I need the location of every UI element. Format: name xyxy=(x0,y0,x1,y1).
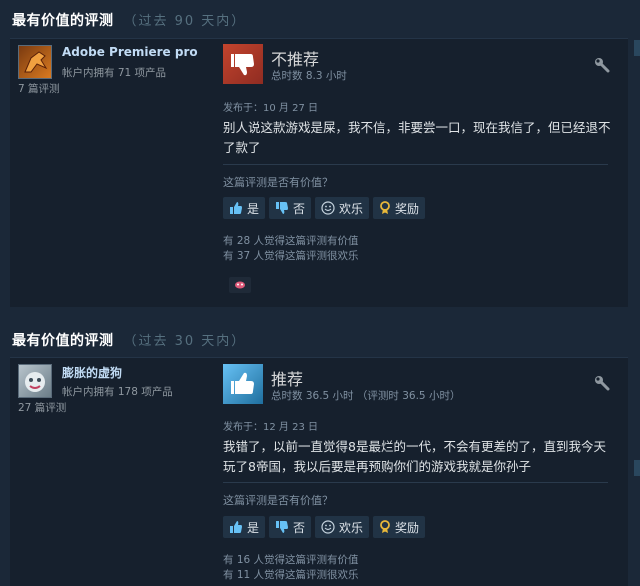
vote-yes-label: 是 xyxy=(247,201,260,216)
playtime: 总时数 36.5 小时 （评测时 36.5 小时） xyxy=(271,390,461,402)
award-medal-icon xyxy=(380,520,390,533)
award-medal-icon xyxy=(380,201,390,214)
review-body: 我错了，以前一直觉得8是最烂的一代，不会有更差的了，直到我今天玩了8帝国，我以后… xyxy=(223,439,606,474)
author-products-owned[interactable]: 帐户内拥有 178 项产品 xyxy=(62,384,173,399)
avatar[interactable] xyxy=(18,45,52,79)
vote-funny-label: 欢乐 xyxy=(339,520,364,535)
review-card: Adobe Premiere pro 帐户内拥有 71 项产品 7 篇评测 不推… xyxy=(10,38,628,307)
helpful-count: 有 16 人觉得这篇评测有价值 xyxy=(223,554,359,566)
avatar-dragon-icon xyxy=(24,51,48,73)
review-card: 膨胀的虚狗 帐户内拥有 178 项产品 27 篇评测 推荐 总时数 36.5 小… xyxy=(10,357,628,586)
thumbs-down-small-icon xyxy=(276,202,289,214)
helpful-question: 这篇评测是否有价值？ xyxy=(223,494,333,507)
section-period: （过去 30 天内） xyxy=(123,334,247,349)
divider xyxy=(223,164,608,165)
vote-no-label: 否 xyxy=(293,520,306,535)
section-header-30: 最有价值的评测 （过去 30 天内） xyxy=(12,330,246,352)
vote-controls: 是 否 欢乐 奖励 xyxy=(223,197,426,219)
award-label: 奖励 xyxy=(395,201,420,216)
vote-no-label: 否 xyxy=(293,201,306,216)
section-header-90: 最有价值的评测 （过去 90 天内） xyxy=(12,10,246,32)
section-title: 最有价值的评测 xyxy=(12,13,114,29)
received-award-icon[interactable] xyxy=(229,277,251,293)
award-label: 奖励 xyxy=(395,520,420,535)
vote-yes-button[interactable]: 是 xyxy=(223,197,266,219)
thumbs-down-icon xyxy=(223,44,263,84)
helpful-count: 有 28 人觉得这篇评测有价值 xyxy=(223,235,359,247)
award-button[interactable]: 奖励 xyxy=(373,516,426,538)
thumbs-down-small-icon xyxy=(276,521,289,533)
posted-date: 发布于：12 月 23 日 xyxy=(223,422,318,433)
vote-no-button[interactable]: 否 xyxy=(269,197,312,219)
vote-no-button[interactable]: 否 xyxy=(269,516,312,538)
funny-count: 有 37 人觉得这篇评测很欢乐 xyxy=(223,250,359,262)
vote-funny-button[interactable]: 欢乐 xyxy=(315,516,370,538)
vote-controls: 是 否 欢乐 奖励 xyxy=(223,516,426,538)
helpful-question: 这篇评测是否有价值？ xyxy=(223,176,333,189)
funny-count: 有 11 人觉得这篇评测很欢乐 xyxy=(223,569,359,581)
author-review-count[interactable]: 27 篇评测 xyxy=(18,400,66,415)
thumbs-up-icon xyxy=(230,521,242,533)
verdict-label: 不推荐 xyxy=(271,50,320,69)
award-button[interactable]: 奖励 xyxy=(373,197,426,219)
adjacent-panel-edge xyxy=(634,460,640,476)
adjacent-panel-edge xyxy=(634,40,640,56)
wrench-icon[interactable] xyxy=(594,375,610,391)
author-name[interactable]: 膨胀的虚狗 xyxy=(62,364,122,381)
review-body: 别人说这款游戏是屎，我不信，非要尝一口，现在我信了，但已经退不了款了 xyxy=(223,120,611,155)
smiley-icon xyxy=(321,520,335,534)
thumbs-up-icon xyxy=(230,202,242,214)
verdict-header[interactable]: 推荐 总时数 36.5 小时 （评测时 36.5 小时） xyxy=(223,364,603,404)
verdict-label: 推荐 xyxy=(271,370,304,389)
wrench-icon[interactable] xyxy=(594,57,610,73)
verdict-header[interactable]: 不推荐 总时数 8.3 小时 xyxy=(223,44,603,84)
author-review-count[interactable]: 7 篇评测 xyxy=(18,81,60,96)
smiley-icon xyxy=(321,201,335,215)
posted-date: 发布于：10 月 27 日 xyxy=(223,103,318,114)
vote-yes-label: 是 xyxy=(247,520,260,535)
author-products-owned[interactable]: 帐户内拥有 71 项产品 xyxy=(62,65,166,80)
vote-yes-button[interactable]: 是 xyxy=(223,516,266,538)
section-period: （过去 90 天内） xyxy=(123,14,247,29)
section-title: 最有价值的评测 xyxy=(12,333,114,349)
author-name[interactable]: Adobe Premiere pro xyxy=(62,45,198,59)
playtime: 总时数 8.3 小时 xyxy=(271,70,347,82)
vote-funny-label: 欢乐 xyxy=(339,201,364,216)
vote-funny-button[interactable]: 欢乐 xyxy=(315,197,370,219)
avatar-face-icon xyxy=(25,372,45,392)
divider xyxy=(223,482,608,483)
avatar[interactable] xyxy=(18,364,52,398)
thumbs-up-icon xyxy=(223,364,263,404)
